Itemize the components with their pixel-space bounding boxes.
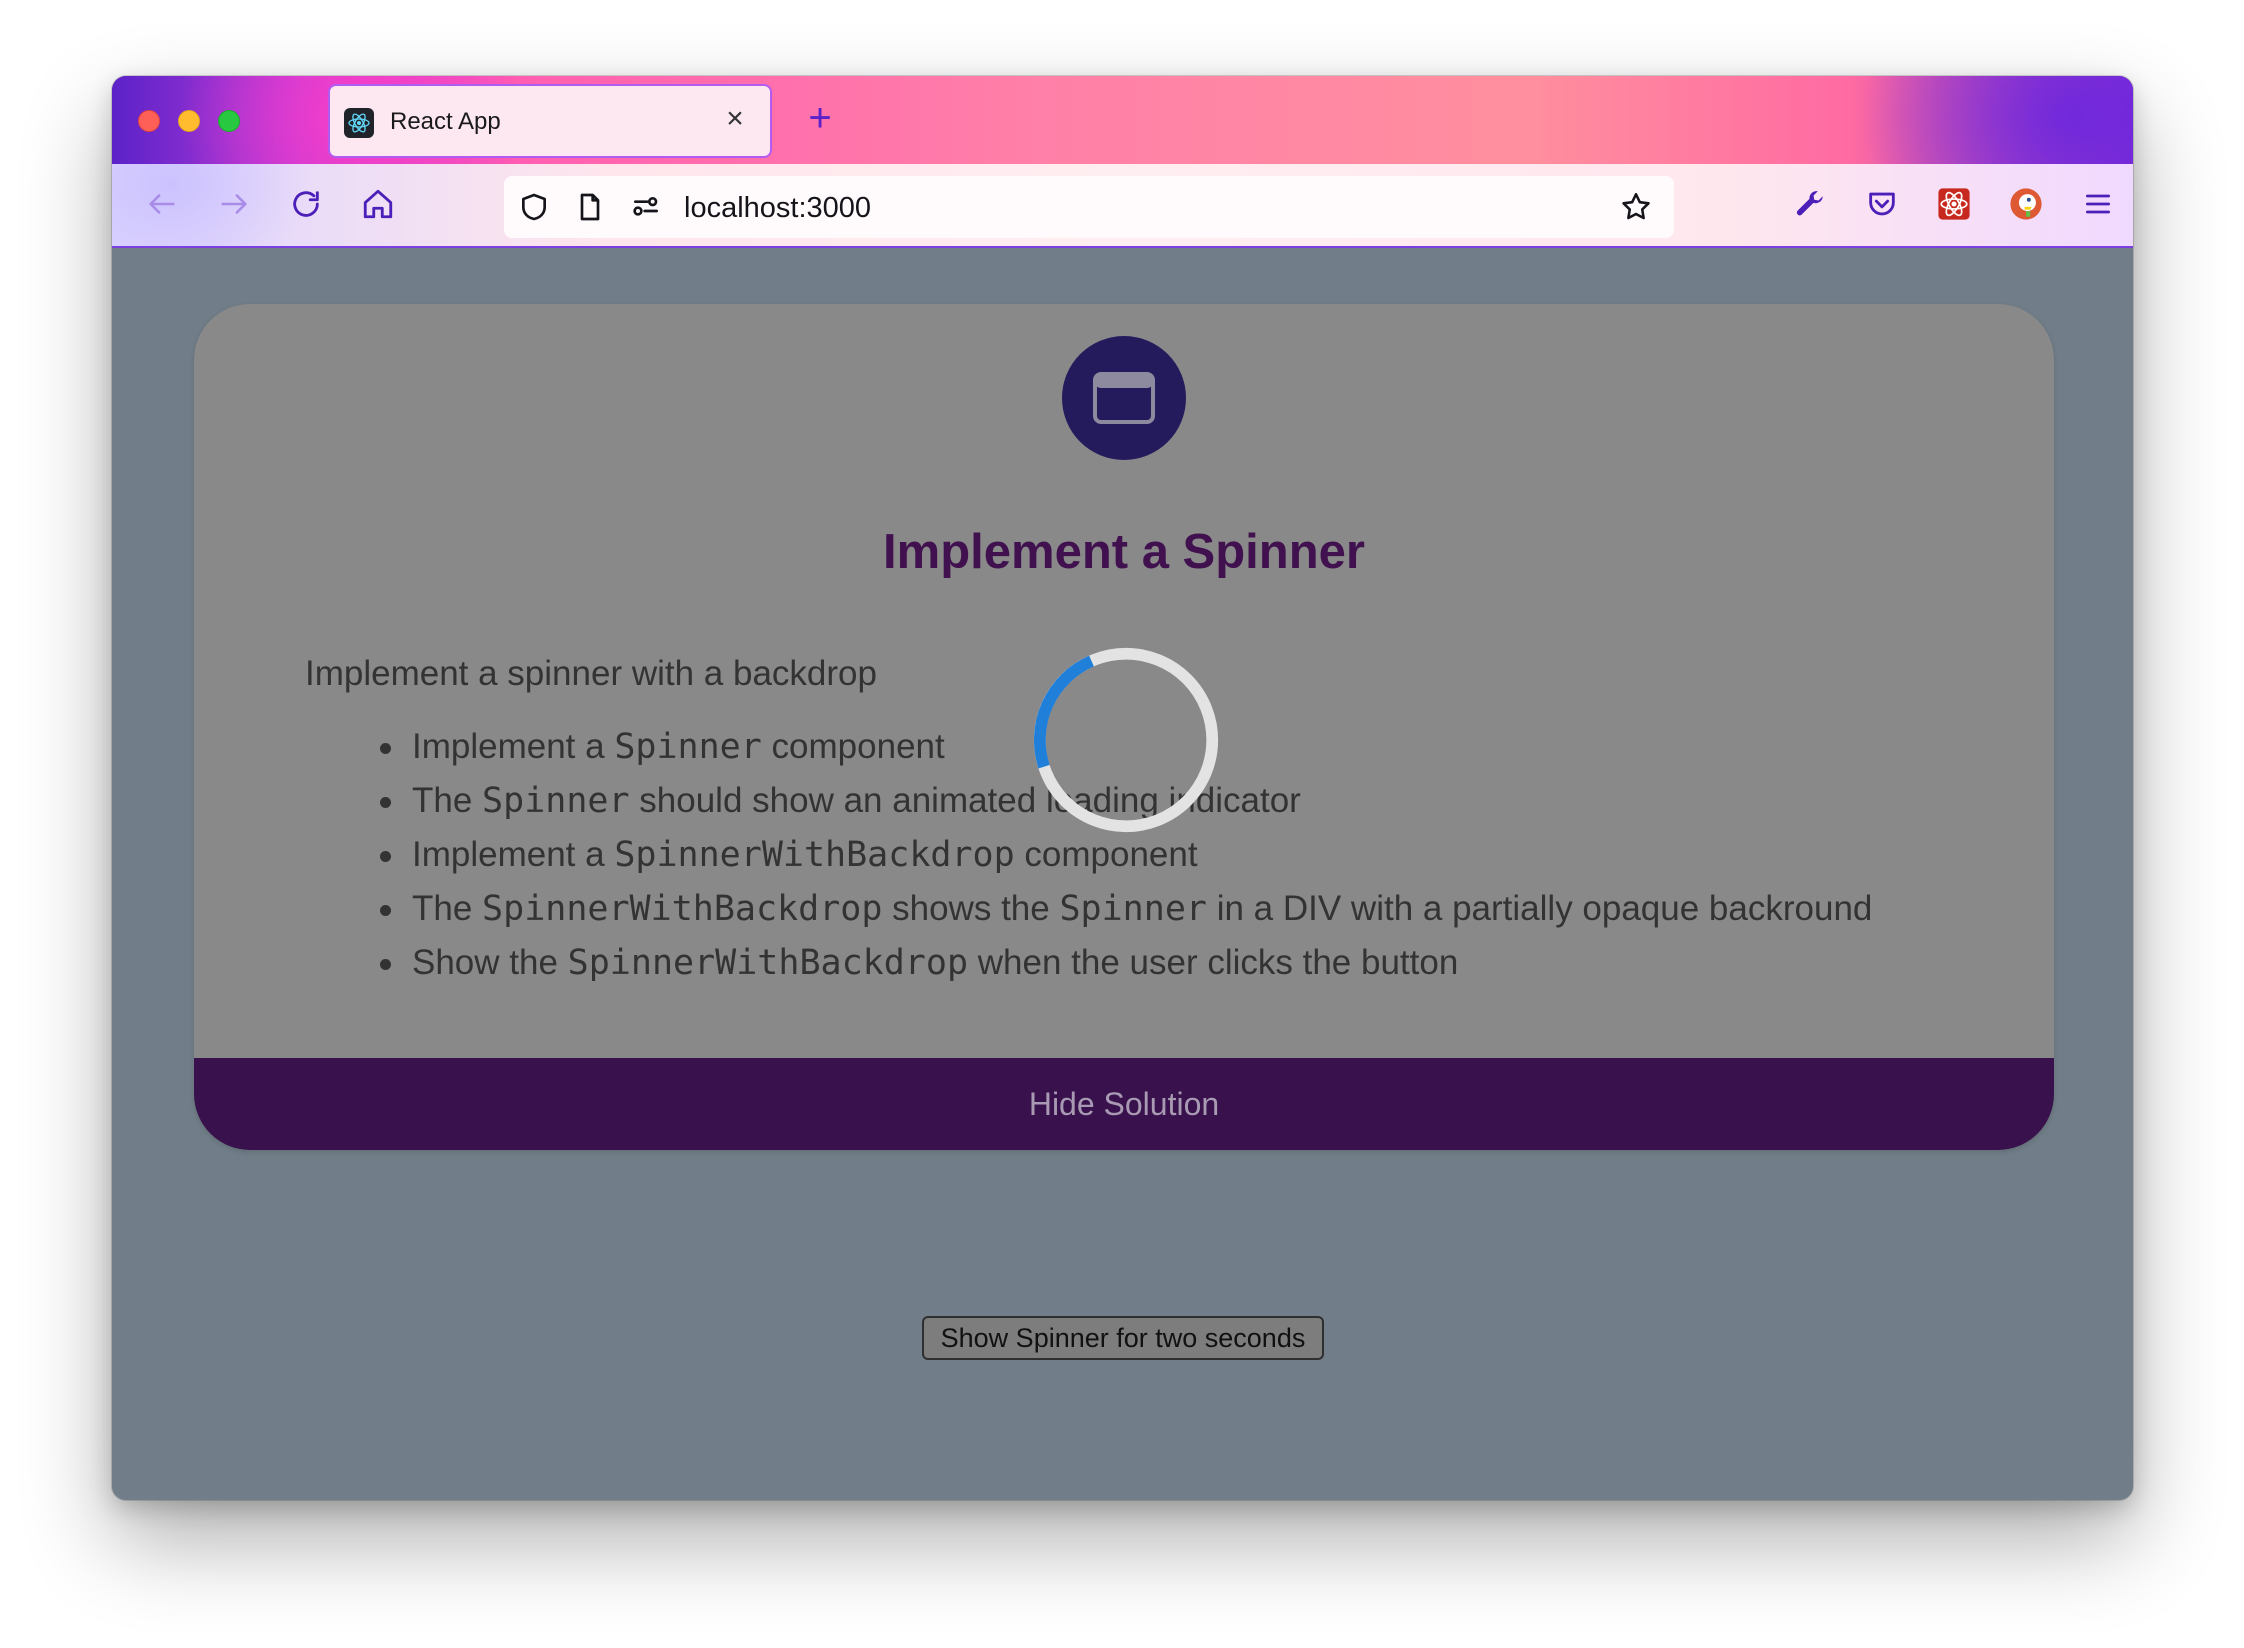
loading-spinner-icon (1033, 647, 1219, 833)
list-item-text: Implement a (412, 727, 615, 766)
page-content: Implement a Spinner Implement a spinner … (112, 248, 2133, 1500)
list-item-text: Show the (412, 943, 568, 982)
close-window-button[interactable] (138, 110, 160, 132)
list-item: The SpinnerWithBackdrop shows the Spinne… (380, 882, 1872, 936)
code-token: Spinner (1059, 889, 1207, 929)
duckduckgo-icon[interactable] (2004, 182, 2048, 226)
new-tab-button[interactable]: + (798, 96, 842, 140)
minimize-window-button[interactable] (178, 110, 200, 132)
close-tab-icon[interactable]: × (718, 102, 752, 136)
show-spinner-button[interactable]: Show Spinner for two seconds (922, 1316, 1324, 1360)
list-item-text: when the user clicks the button (968, 943, 1459, 982)
card-intro: Implement a spinner with a backdrop (305, 654, 877, 693)
pocket-icon[interactable] (1860, 182, 1904, 226)
code-token: Spinner (482, 781, 630, 821)
react-devtools-extension-icon[interactable] (1932, 182, 1976, 226)
window-icon (1062, 336, 1186, 460)
shield-icon[interactable] (512, 185, 556, 229)
list-item-text: The (412, 889, 483, 928)
list-item-text: shows the (882, 889, 1060, 928)
tab-strip: React App × + (112, 76, 2133, 164)
forward-arrow-icon[interactable] (212, 182, 256, 226)
wrench-icon[interactable] (1788, 182, 1832, 226)
bookmark-star-icon[interactable] (1614, 185, 1658, 229)
list-item: Show the SpinnerWithBackdrop when the us… (380, 936, 1872, 990)
hamburger-menu-icon[interactable] (2076, 182, 2120, 226)
zoom-window-button[interactable] (218, 110, 240, 132)
code-token: SpinnerWithBackdrop (614, 835, 1015, 875)
reload-icon[interactable] (284, 182, 328, 226)
hide-solution-button[interactable]: Hide Solution (194, 1058, 2054, 1150)
list-item-text: in a DIV with a partially opaque backrou… (1206, 889, 1873, 928)
react-logo-icon (344, 108, 374, 138)
url-text: localhost:3000 (684, 192, 872, 224)
card-title: Implement a Spinner (883, 525, 1365, 579)
code-token: SpinnerWithBackdrop (567, 943, 969, 983)
back-arrow-icon[interactable] (140, 182, 184, 226)
address-bar[interactable]: localhost:3000 (504, 176, 1674, 238)
code-token: SpinnerWithBackdrop (482, 889, 883, 929)
list-item-text: Implement a (412, 835, 615, 874)
page-document-icon[interactable] (568, 185, 612, 229)
code-token: Spinner (614, 727, 762, 767)
list-item-text: component (1014, 835, 1198, 874)
navigation-toolbar: localhost:3000 (112, 164, 2133, 248)
site-permissions-icon[interactable] (624, 185, 668, 229)
list-item-text: The (412, 781, 483, 820)
home-icon[interactable] (356, 182, 400, 226)
tab-react-app[interactable]: React App × (328, 84, 772, 158)
tab-title: React App (390, 108, 501, 135)
list-item-text: component (761, 727, 945, 766)
browser-window: React App × + localhost:3000 Implement a… (112, 76, 2133, 1500)
